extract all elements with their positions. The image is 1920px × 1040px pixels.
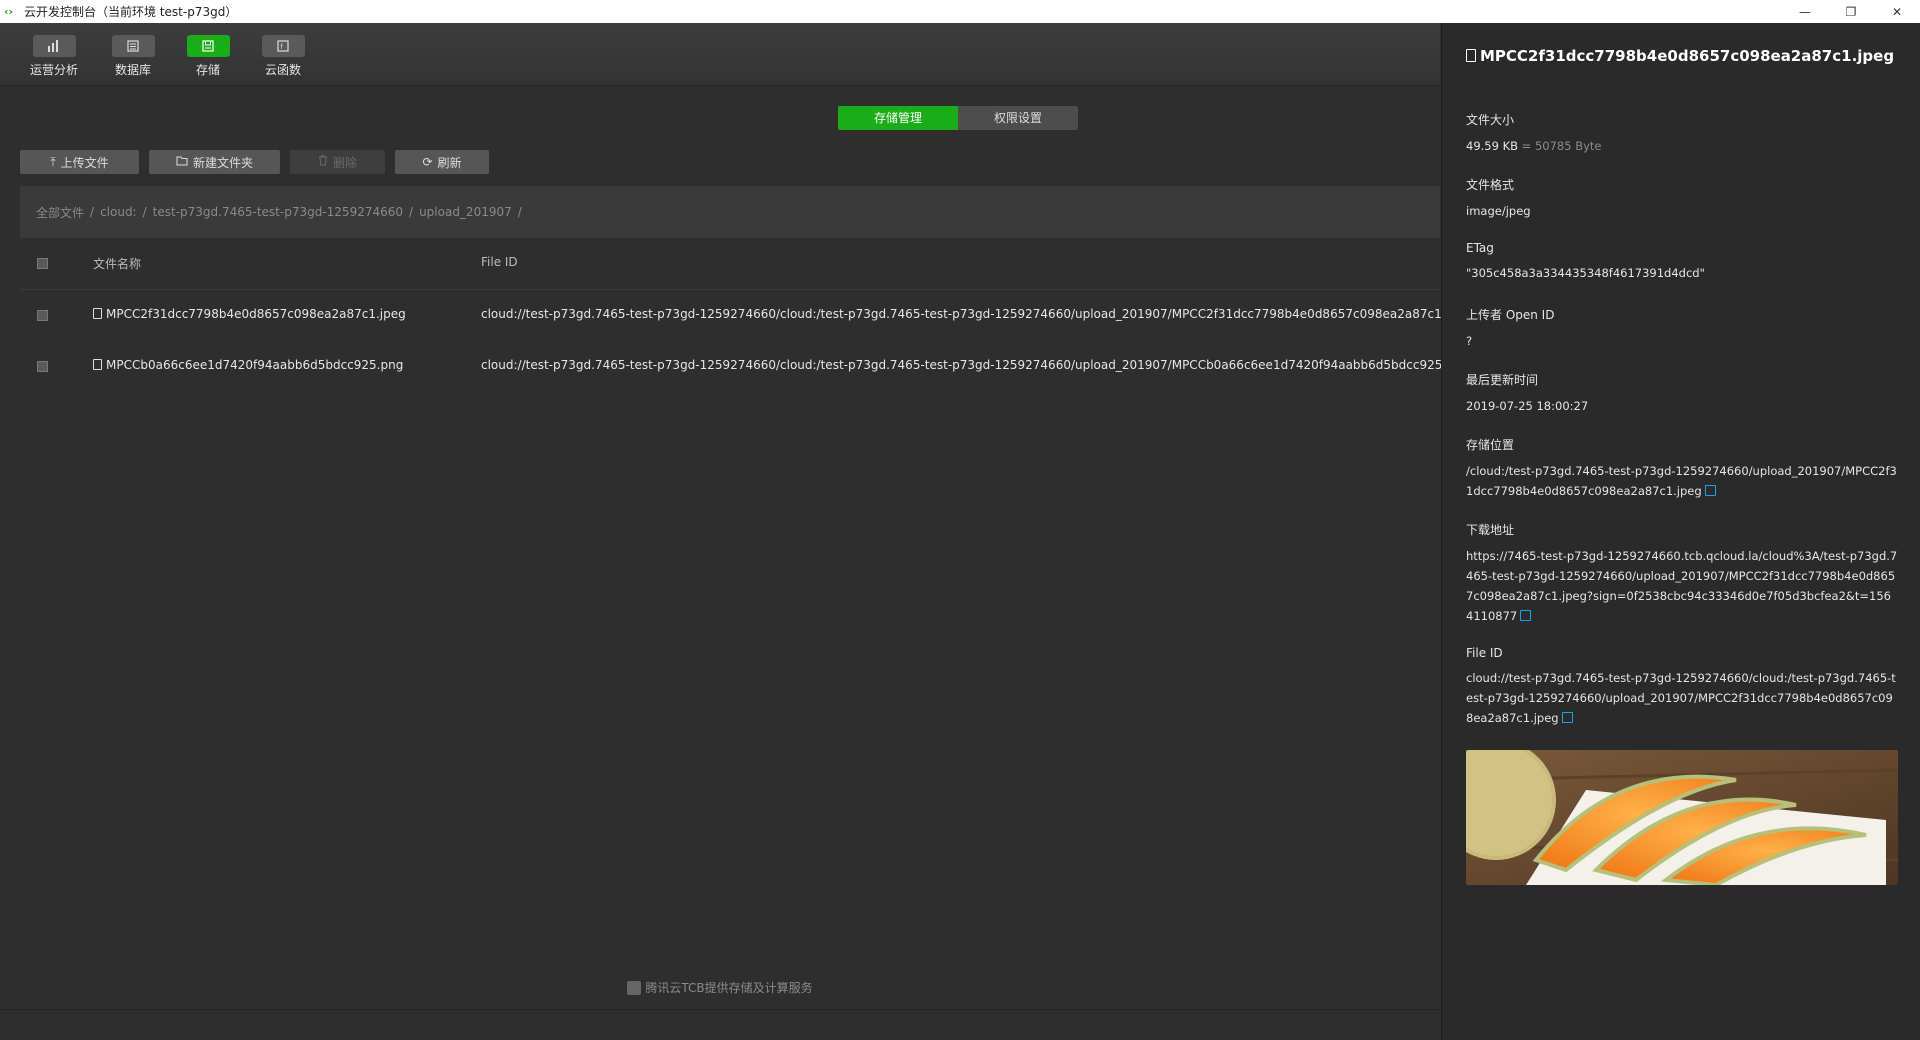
file-name[interactable]: MPCCb0a66c6ee1d7420f94aabb6d5bdcc925.png <box>106 358 403 372</box>
file-icon <box>1466 49 1476 62</box>
field-file-id: File ID cloud://test-p73gd.7465-test-p73… <box>1466 646 1898 728</box>
footer-credit: 腾讯云TCB提供存储及计算服务 <box>0 979 1440 996</box>
file-table: 文件名称 File ID MPCC2f31dcc7798b4e0d8657c09… <box>20 238 1471 392</box>
folder-icon <box>176 155 188 169</box>
field-value: 49.59 KB <box>1466 139 1519 153</box>
detail-file-name: MPCC2f31dcc7798b4e0d8657c098ea2a87c1.jpe… <box>1480 47 1895 65</box>
tab-storage-manage[interactable]: 存储管理 <box>838 106 958 130</box>
maximize-button[interactable]: ❐ <box>1828 0 1874 23</box>
close-button[interactable]: ✕ <box>1874 0 1920 23</box>
refresh-button[interactable]: ⟳ 刷新 <box>395 150 489 174</box>
toolbar-label: 存储 <box>195 63 220 77</box>
field-last-updated: 最后更新时间 2019-07-25 18:00:27 <box>1466 371 1898 416</box>
breadcrumb-item[interactable]: upload_201907 <box>419 205 512 219</box>
file-detail-panel: MPCC2f31dcc7798b4e0d8657c098ea2a87c1.jpe… <box>1441 23 1920 1040</box>
bar-chart-icon <box>32 35 76 57</box>
segmented-tabs: 存储管理 权限设置 <box>838 106 1078 130</box>
field-value-bytes: = 50785 Byte <box>1521 139 1602 153</box>
divider <box>0 1009 1440 1010</box>
field-label: File ID <box>1466 646 1503 660</box>
field-file-size: 文件大小 49.59 KB = 50785 Byte <box>1466 111 1898 156</box>
button-label: 刷新 <box>437 155 462 170</box>
table-row[interactable]: MPCCb0a66c6ee1d7420f94aabb6d5bdcc925.png… <box>20 341 1469 392</box>
field-label: 文件大小 <box>1466 113 1515 127</box>
toolbar-label: 云函数 <box>264 63 301 77</box>
svg-text:f: f <box>280 43 283 51</box>
toolbar-label: 运营分析 <box>29 63 78 77</box>
file-icon <box>93 359 102 370</box>
column-header-name: 文件名称 <box>93 257 142 271</box>
file-icon <box>93 308 102 319</box>
field-value: "305c458a3a334435348f4617391d4dcd" <box>1466 266 1705 280</box>
file-id: cloud://test-p73gd.7465-test-p73gd-12592… <box>481 307 1472 321</box>
copy-icon[interactable] <box>1561 712 1573 723</box>
top-toolbar: 运营分析 数据库 存储 f 云函数 <box>0 23 1440 86</box>
minimize-button[interactable]: — <box>1782 0 1828 23</box>
field-download-url: 下载地址 https://7465-test-p73gd-1259274660.… <box>1466 521 1898 626</box>
file-id: cloud://test-p73gd.7465-test-p73gd-12592… <box>481 358 1470 372</box>
toolbar-item-storage[interactable]: 存储 <box>175 35 241 78</box>
column-header-file-id: File ID <box>481 255 518 269</box>
field-value: ? <box>1466 334 1473 348</box>
copy-icon[interactable] <box>1704 485 1716 496</box>
field-label: 下载地址 <box>1466 523 1515 537</box>
toolbar-label: 数据库 <box>114 63 151 77</box>
field-value: 2019-07-25 18:00:27 <box>1466 399 1589 413</box>
field-label: 最后更新时间 <box>1466 373 1539 387</box>
field-storage-location: 存储位置 /cloud:/test-p73gd.7465-test-p73gd-… <box>1466 436 1898 501</box>
melon-preview-image <box>1466 750 1898 885</box>
field-file-format: 文件格式 image/jpeg <box>1466 176 1898 221</box>
upload-file-button[interactable]: ⤒ 上传文件 <box>20 150 139 174</box>
field-value: image/jpeg <box>1466 204 1531 218</box>
breadcrumb: 全部文件 / cloud: / test-p73gd.7465-test-p73gd… <box>20 186 1440 238</box>
button-label: 删除 <box>332 155 357 170</box>
image-preview <box>1466 750 1898 885</box>
field-label: ETag <box>1466 241 1494 255</box>
table-row[interactable]: MPCC2f31dcc7798b4e0d8657c098ea2a87c1.jpe… <box>20 290 1471 341</box>
field-value: /cloud:/test-p73gd.7465-test-p73gd-12592… <box>1466 464 1897 498</box>
tencent-cloud-logo-icon <box>627 981 642 995</box>
window-title: 云开发控制台（当前环境 test-p73gd） <box>24 5 238 19</box>
breadcrumb-item[interactable]: test-p73gd.7465-test-p73gd-1259274660 <box>153 205 403 219</box>
field-label: 文件格式 <box>1466 178 1515 192</box>
footer-text: 腾讯云TCB提供存储及计算服务 <box>645 981 813 995</box>
tab-permission-settings[interactable]: 权限设置 <box>958 106 1078 130</box>
function-icon: f <box>261 35 305 57</box>
toolbar-item-database[interactable]: 数据库 <box>100 35 166 78</box>
delete-button[interactable]: 删除 <box>290 150 385 174</box>
upload-icon: ⤒ <box>50 154 56 169</box>
window-titlebar: ‹› 云开发控制台（当前环境 test-p73gd） — ❐ ✕ <box>0 0 1920 23</box>
breadcrumb-item[interactable]: 全部文件 <box>36 204 84 221</box>
field-label: 存储位置 <box>1466 438 1515 452</box>
file-name[interactable]: MPCC2f31dcc7798b4e0d8657c098ea2a87c1.jpe… <box>106 307 406 321</box>
main-content: 存储管理 权限设置 ⤒ 上传文件 新建文件夹 删除 ⟳ 刷新 全部文件 / clo… <box>0 86 1471 1040</box>
field-label: 上传者 Open ID <box>1466 308 1555 322</box>
breadcrumb-item[interactable]: cloud: <box>100 205 137 219</box>
copy-icon[interactable] <box>1520 610 1532 621</box>
field-uploader-openid: 上传者 Open ID ? <box>1466 306 1898 351</box>
select-all-checkbox[interactable] <box>37 258 48 269</box>
table-header: 文件名称 File ID <box>20 238 1440 290</box>
app-code-icon: ‹› <box>4 4 14 18</box>
field-etag: ETag "305c458a3a334435348f4617391d4dcd" <box>1466 241 1898 283</box>
database-icon <box>111 35 155 57</box>
new-folder-button[interactable]: 新建文件夹 <box>149 150 280 174</box>
button-label: 新建文件夹 <box>192 155 253 170</box>
row-checkbox[interactable] <box>37 310 48 321</box>
field-value: cloud://test-p73gd.7465-test-p73gd-12592… <box>1466 671 1896 725</box>
button-label: 上传文件 <box>60 155 109 170</box>
detail-title: MPCC2f31dcc7798b4e0d8657c098ea2a87c1.jpe… <box>1466 47 1894 65</box>
refresh-icon: ⟳ <box>422 155 433 169</box>
storage-icon <box>186 35 230 57</box>
toolbar-item-analytics[interactable]: 运营分析 <box>21 35 87 78</box>
trash-icon <box>318 155 328 169</box>
toolbar-item-functions[interactable]: f 云函数 <box>250 35 316 78</box>
row-checkbox[interactable] <box>37 361 48 372</box>
